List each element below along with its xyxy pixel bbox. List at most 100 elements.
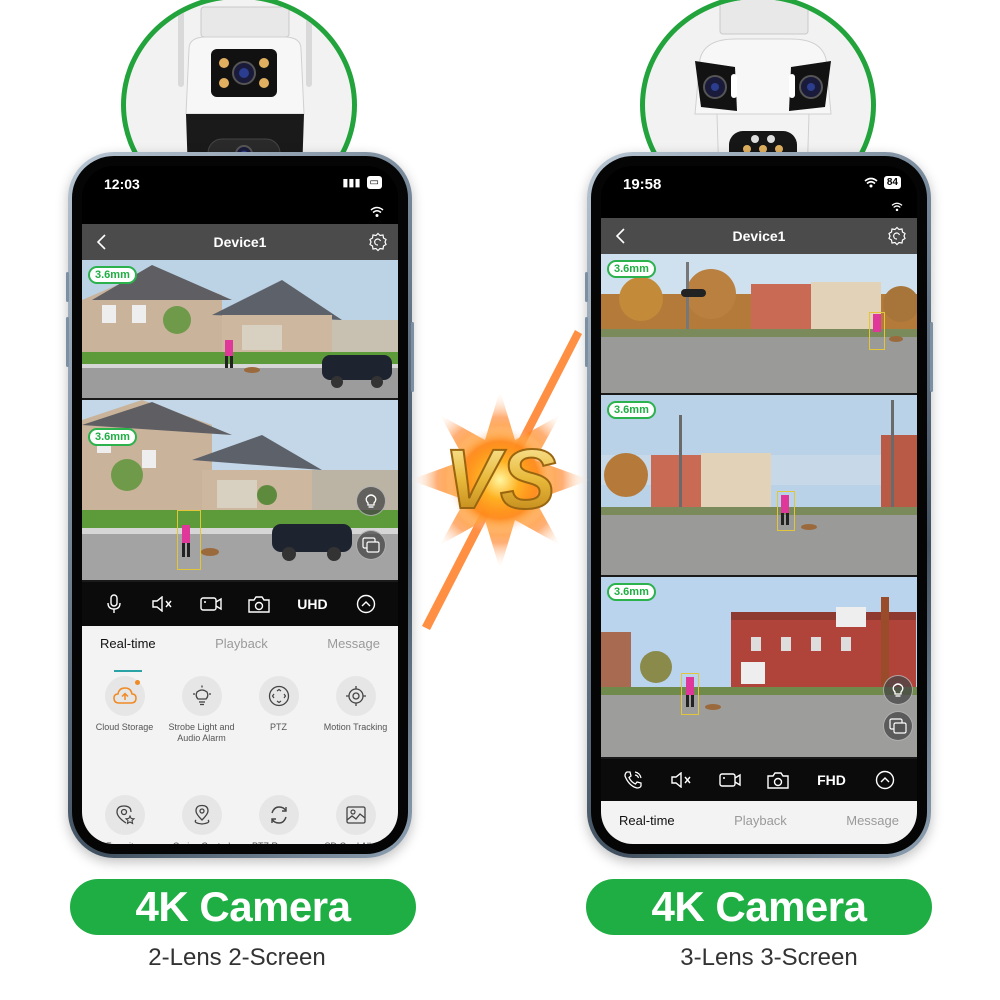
lens-focal-tag: 3.6mm (607, 260, 656, 278)
record-button[interactable] (715, 765, 745, 795)
notification-dot (134, 680, 140, 685)
snapshot-icon (248, 596, 270, 613)
settings-gear-icon[interactable] (887, 226, 907, 246)
image-album-icon (345, 806, 366, 824)
snapshot-icon (767, 772, 789, 789)
feature-sd-card-album[interactable]: SD Card Album (317, 795, 394, 844)
chevron-up-icon (356, 594, 375, 614)
playback-controls: FHD (601, 759, 917, 801)
tab-message[interactable]: Message (846, 813, 899, 844)
feature-motion-tracking[interactable]: Motion Tracking (317, 676, 394, 785)
volume-button (585, 272, 588, 302)
app-screen: 19:58 84 Device1 3.6mm 3.6mm 3.6mm FHD R… (601, 166, 917, 844)
call-button[interactable] (618, 765, 648, 795)
signal-icon: ▮▮▮ (342, 177, 361, 189)
status-bar: 12:03 ▮▮▮ ▭ (82, 166, 398, 204)
back-icon[interactable] (92, 232, 112, 252)
signal-indicators: 84 (864, 176, 901, 189)
tab-playback[interactable]: Playback (215, 636, 268, 664)
playback-controls: UHD (82, 582, 398, 626)
expand-button[interactable] (351, 589, 381, 619)
light-toggle-button[interactable] (883, 675, 913, 705)
light-toggle-button[interactable] (356, 486, 386, 516)
rotate-icon (270, 806, 287, 824)
lens-focal-tag: 3.6mm (607, 401, 656, 419)
light-bulb-icon (892, 683, 904, 697)
person-detection-box (777, 491, 795, 531)
chevron-up-icon (875, 770, 894, 790)
app-screen: 12:03 ▮▮▮ ▭ Device1 3.6mm 3.6mm UHD Real… (82, 166, 398, 844)
multi-screen-icon (362, 537, 380, 553)
feature-favorites[interactable]: Favorites (86, 795, 163, 844)
versus-graphic: VS (410, 330, 590, 630)
tab-real-time[interactable]: Real-time (619, 813, 675, 844)
settings-gear-icon[interactable] (368, 232, 388, 252)
mute-icon (152, 596, 173, 612)
app-header: Device1 (601, 218, 917, 254)
volume-button (66, 272, 69, 302)
mute-button[interactable] (666, 765, 696, 795)
feature-grid: Cloud Storage Strobe Light and Audio Ala… (82, 664, 398, 844)
video-pane[interactable]: 3.6mm (601, 254, 917, 395)
target-icon (345, 686, 366, 706)
person-detection-box (681, 673, 699, 715)
signal-indicators: ▮▮▮ ▭ (342, 176, 382, 189)
vs-label: VS (444, 432, 556, 526)
app-header: Device1 (82, 224, 398, 260)
device-title: Device1 (213, 234, 267, 250)
feature-ptz-reverse[interactable]: PTZ Reverse (240, 795, 317, 844)
battery-level: 84 (883, 176, 901, 189)
record-icon (200, 597, 222, 611)
ptz-icon (268, 685, 289, 707)
right-phone: 19:58 84 Device1 3.6mm 3.6mm 3.6mm FHD R… (585, 152, 933, 858)
microphone-icon (107, 594, 121, 613)
feature-strobe-light[interactable]: Strobe Light and Audio Alarm (163, 676, 240, 785)
record-button[interactable] (196, 589, 226, 619)
snapshot-button[interactable] (763, 765, 793, 795)
left-banner: 4K Camera (70, 879, 416, 935)
phone-call-icon (624, 771, 642, 789)
brick-building-scene (601, 577, 917, 757)
tab-message[interactable]: Message (327, 636, 380, 664)
expand-button[interactable] (870, 765, 900, 795)
person-detection-box (177, 510, 201, 570)
tab-bar: Real-time Playback Message (601, 801, 917, 844)
back-icon[interactable] (611, 226, 631, 246)
status-time: 19:58 (623, 176, 662, 193)
cloud-upload-icon (112, 687, 137, 704)
left-phone: 12:03 ▮▮▮ ▭ Device1 3.6mm 3.6mm UHD Real… (66, 152, 414, 858)
video-pane[interactable]: 3.6mm (601, 395, 917, 577)
favorite-location-icon (115, 805, 135, 825)
feature-cruise-control[interactable]: Cruise Control (163, 795, 240, 844)
lens-focal-tag: 3.6mm (607, 583, 656, 601)
power-button (930, 322, 933, 392)
light-bulb-icon (365, 494, 377, 508)
right-caption: 3-Lens 3-Screen (680, 944, 858, 971)
mute-button[interactable] (147, 589, 177, 619)
quality-toggle-button[interactable]: FHD (811, 765, 851, 795)
wifi-icon (864, 177, 878, 188)
feature-cloud-storage[interactable]: Cloud Storage (86, 676, 163, 785)
wifi-icon (370, 206, 384, 217)
quality-toggle-button[interactable]: UHD (292, 589, 332, 619)
multi-screen-button[interactable] (883, 711, 913, 741)
video-pane[interactable]: 3.6mm (82, 400, 398, 582)
multi-screen-icon (889, 718, 907, 734)
snapshot-button[interactable] (244, 589, 274, 619)
video-pane[interactable]: 3.6mm (82, 260, 398, 400)
wifi-icon (891, 202, 903, 212)
status-bar: 19:58 84 (601, 166, 917, 200)
video-pane[interactable]: 3.6mm (601, 577, 917, 759)
multi-screen-button[interactable] (356, 530, 386, 560)
battery-icon: ▭ (366, 176, 382, 189)
street-corner-scene (601, 395, 917, 575)
lens-focal-tag: 3.6mm (88, 266, 137, 284)
tab-playback[interactable]: Playback (734, 813, 787, 844)
light-bulb-icon (192, 685, 211, 706)
mute-icon (671, 772, 692, 788)
feature-ptz[interactable]: PTZ (240, 676, 317, 785)
left-caption: 2-Lens 2-Screen (148, 944, 326, 971)
microphone-button[interactable] (99, 589, 129, 619)
tab-real-time[interactable]: Real-time (100, 636, 156, 672)
tab-bar: Real-time Playback Message (82, 626, 398, 672)
